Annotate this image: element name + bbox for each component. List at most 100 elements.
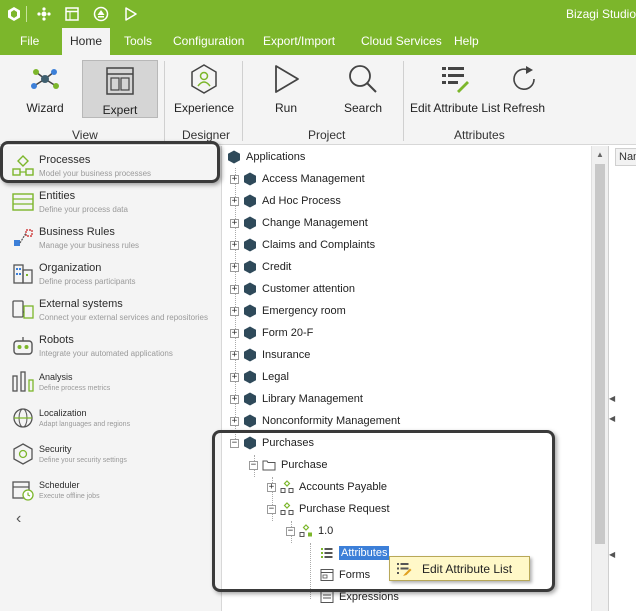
run-button[interactable]: Run bbox=[262, 59, 310, 121]
search-button[interactable]: Search bbox=[336, 59, 390, 121]
expand-toggle[interactable]: + bbox=[230, 240, 239, 250]
tree-node-label: Legal bbox=[262, 371, 289, 383]
experience-button[interactable]: Experience bbox=[172, 59, 236, 121]
localization-icon bbox=[11, 406, 35, 430]
collapse-panel-button[interactable]: ‹ bbox=[16, 510, 21, 528]
tree-node-label: Insurance bbox=[262, 349, 311, 361]
expand-toggle[interactable]: + bbox=[230, 306, 239, 316]
tree-node-emergency-room[interactable]: + Emergency room bbox=[230, 300, 346, 322]
edit-attribute-list-button[interactable]: Edit Attribute List bbox=[410, 59, 500, 121]
panel-left-arrow-icon[interactable]: ◀ bbox=[609, 394, 615, 403]
collapse-toggle[interactable]: − bbox=[230, 438, 239, 448]
nav-item-analysis[interactable]: Analysis Define process metrics bbox=[0, 366, 222, 402]
expand-toggle[interactable]: + bbox=[230, 262, 239, 272]
tree-node-change-management[interactable]: + Change Management bbox=[230, 212, 368, 234]
entities-icon bbox=[11, 190, 35, 214]
tree-node-ad-hoc-process[interactable]: + Ad Hoc Process bbox=[230, 190, 341, 212]
tree-node-library-management[interactable]: + Library Management bbox=[230, 388, 363, 410]
nav-item-business-rules[interactable]: Business Rules Manage your business rule… bbox=[0, 222, 222, 258]
bizagi-logo-icon[interactable] bbox=[4, 4, 24, 24]
hexagon-icon bbox=[243, 348, 257, 362]
window-icon[interactable] bbox=[62, 4, 82, 24]
ribbon-separator bbox=[403, 61, 404, 141]
ribbon-separator bbox=[164, 61, 165, 141]
tree-node-label: Claims and Complaints bbox=[262, 239, 376, 251]
tree-node-purchase-request[interactable]: − Purchase Request bbox=[267, 498, 390, 520]
nav-item-processes[interactable]: Processes Model your business processes bbox=[0, 150, 222, 186]
tree-node-purchase-folder[interactable]: − Purchase bbox=[249, 454, 327, 476]
tree-node-customer-attention[interactable]: + Customer attention bbox=[230, 278, 355, 300]
name-column-header[interactable]: Name bbox=[615, 148, 636, 166]
expand-toggle[interactable]: + bbox=[230, 196, 239, 206]
tree-node-access-management[interactable]: + Access Management bbox=[230, 168, 365, 190]
tree-node-accounts-payable[interactable]: + Accounts Payable bbox=[267, 476, 387, 498]
expand-toggle[interactable]: + bbox=[267, 482, 276, 492]
refresh-button[interactable]: Refresh bbox=[502, 59, 546, 121]
nav-item-localization[interactable]: Localization Adapt languages and regions bbox=[0, 402, 222, 438]
collapse-toggle[interactable]: − bbox=[286, 526, 295, 536]
tree-node-forms[interactable]: Forms bbox=[320, 564, 370, 586]
nav-item-external-systems[interactable]: External systems Connect your external s… bbox=[0, 294, 222, 330]
tree-node-credit[interactable]: + Credit bbox=[230, 256, 291, 278]
tree-node-label: 1.0 bbox=[318, 525, 334, 537]
nav-item-title: Scheduler bbox=[39, 480, 80, 490]
expand-toggle[interactable]: + bbox=[230, 350, 239, 360]
nav-item-scheduler[interactable]: Scheduler Execute offline jobs bbox=[0, 474, 222, 510]
tree-node-legal[interactable]: + Legal bbox=[230, 366, 289, 388]
expand-toggle[interactable]: + bbox=[230, 394, 239, 404]
tree-node-nonconformity-management[interactable]: + Nonconformity Management bbox=[230, 410, 400, 432]
expand-toggle[interactable]: + bbox=[230, 328, 239, 338]
panel-left-arrow-icon[interactable]: ◀ bbox=[609, 550, 615, 559]
play-icon[interactable] bbox=[120, 4, 140, 24]
nav-item-security[interactable]: Security Define your security settings bbox=[0, 438, 222, 474]
hexagon-icon bbox=[227, 150, 241, 164]
nav-item-robots[interactable]: Robots Integrate your automated applicat… bbox=[0, 330, 222, 366]
tree-node-version[interactable]: − 1.0 bbox=[286, 520, 333, 542]
menu-file[interactable]: File bbox=[12, 28, 47, 55]
tree-node-label: Purchase Request bbox=[299, 503, 390, 515]
expand-toggle[interactable]: + bbox=[230, 372, 239, 382]
expand-toggle[interactable]: + bbox=[230, 284, 239, 294]
tree-node-purchases[interactable]: − Purchases bbox=[230, 432, 314, 454]
tree-node-expressions[interactable]: Expressions bbox=[320, 586, 399, 608]
nav-item-organization[interactable]: Organization Define process participants bbox=[0, 258, 222, 294]
nav-item-entities[interactable]: Entities Define your process data bbox=[0, 186, 222, 222]
menu-help[interactable]: Help bbox=[446, 28, 487, 55]
menu-home[interactable]: Home bbox=[62, 28, 111, 55]
nav-item-title: Localization bbox=[39, 408, 87, 418]
tree-node-attributes[interactable]: Attributes bbox=[320, 542, 390, 564]
tree-root-applications[interactable]: Applications bbox=[227, 146, 305, 168]
nav-item-subtitle: Define your process data bbox=[39, 205, 128, 214]
tree-node-claims-and-complaints[interactable]: + Claims and Complaints bbox=[230, 234, 375, 256]
context-menu-edit-attribute-list[interactable]: Edit Attribute List bbox=[389, 556, 530, 581]
panel-left-arrow-icon[interactable]: ◀ bbox=[609, 414, 615, 423]
expand-toggle[interactable]: + bbox=[230, 218, 239, 228]
expert-button[interactable]: Expert bbox=[82, 60, 158, 118]
upload-icon[interactable] bbox=[91, 4, 111, 24]
menu-tools[interactable]: Tools bbox=[116, 28, 160, 55]
menu-configuration[interactable]: Configuration bbox=[165, 28, 252, 55]
hexagon-icon bbox=[243, 194, 257, 208]
nav-item-subtitle: Define your security settings bbox=[39, 457, 127, 464]
expand-toggle[interactable]: + bbox=[230, 416, 239, 426]
menu-export-import[interactable]: Export/Import bbox=[255, 28, 343, 55]
hexagon-icon bbox=[243, 216, 257, 230]
tree-node-form-20-f[interactable]: + Form 20-F bbox=[230, 322, 313, 344]
collapse-toggle[interactable]: − bbox=[267, 504, 276, 514]
scroll-thumb[interactable] bbox=[595, 164, 605, 544]
collapse-toggle[interactable]: − bbox=[249, 460, 258, 470]
scheduler-icon bbox=[11, 478, 35, 502]
tree-node-label: Forms bbox=[339, 569, 371, 581]
expand-toggle[interactable]: + bbox=[230, 174, 239, 184]
nav-item-title: Security bbox=[39, 444, 72, 454]
tree-node-insurance[interactable]: + Insurance bbox=[230, 344, 310, 366]
expert-layout-icon bbox=[102, 63, 138, 99]
scroll-up-icon[interactable]: ▲ bbox=[596, 150, 604, 159]
version-icon bbox=[299, 524, 313, 538]
menu-cloud-services[interactable]: Cloud Services bbox=[353, 28, 450, 55]
tree-connector bbox=[310, 543, 311, 599]
tree-node-label: Ad Hoc Process bbox=[262, 195, 341, 207]
tree-scrollbar[interactable]: ▲ bbox=[591, 146, 608, 611]
module-icon[interactable] bbox=[34, 4, 54, 24]
wizard-button[interactable]: Wizard bbox=[18, 59, 72, 121]
